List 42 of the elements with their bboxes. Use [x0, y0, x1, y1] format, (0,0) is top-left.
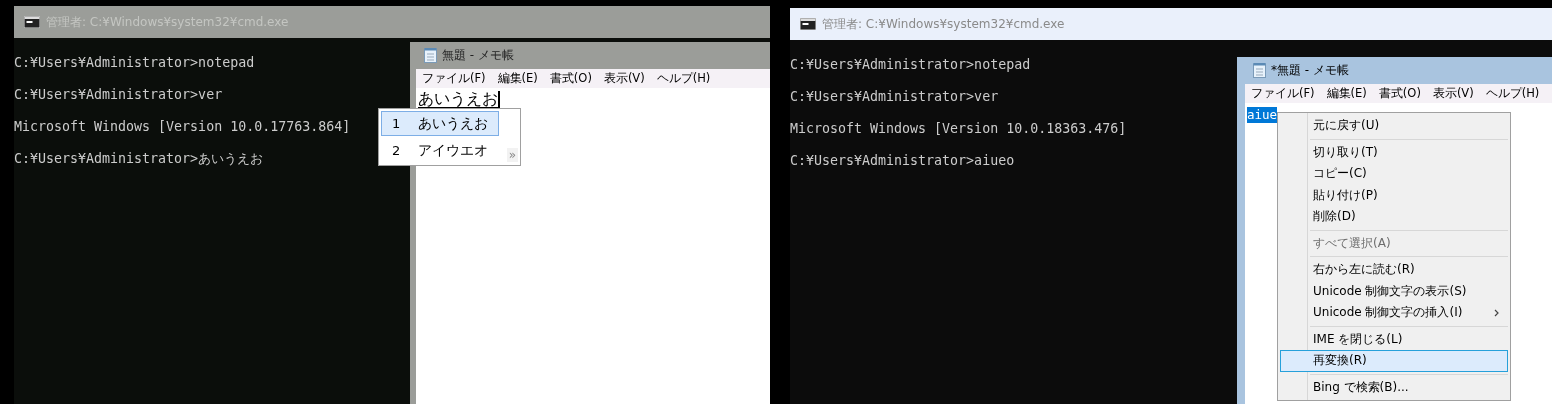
menu-item[interactable]: ヘルプ(H): [1481, 86, 1544, 101]
candidate-number: 2: [392, 143, 401, 158]
menu-item[interactable]: 表示(V): [1428, 86, 1478, 101]
menu-item[interactable]: 表示(V): [599, 71, 649, 86]
console-icon: [24, 16, 40, 28]
console-line: Microsoft Windows [Version 10.0.17763.864]: [14, 118, 351, 136]
menu-item[interactable]: 再変換(R): [1280, 350, 1508, 372]
menu-item[interactable]: ファイル(F): [1247, 86, 1319, 101]
menu-item[interactable]: ファイル(F): [418, 71, 490, 86]
menu-item[interactable]: Bing で検索(B)...: [1280, 376, 1508, 398]
menu-item[interactable]: 編集(E): [1322, 86, 1371, 101]
window-title: 管理者: C:¥Windows¥system32¥cmd.exe: [822, 15, 1065, 33]
menu-item[interactable]: 元に戻す(U): [1280, 115, 1508, 137]
candidate-text: あいうえお: [418, 114, 489, 133]
menu-item[interactable]: 切り取り(T): [1280, 141, 1508, 163]
candidate-item[interactable]: 1 あいうえお: [381, 111, 499, 136]
console-line: Microsoft Windows [Version 10.0.18363.476]: [790, 120, 1127, 138]
menu-item[interactable]: Unicode 制御文字の表示(S): [1280, 280, 1508, 302]
console-line: C:¥Users¥Administrator>notepad: [14, 54, 255, 72]
editor-text: aiue: [1247, 107, 1278, 123]
console-line: C:¥Users¥Administrator>ver: [790, 88, 999, 106]
window-title: 無題 - メモ帳: [442, 47, 514, 64]
menu-item[interactable]: コピー(C): [1280, 163, 1508, 185]
console-line: C:¥Users¥Administrator>aiueo: [790, 152, 1015, 170]
console-icon: [800, 18, 816, 30]
console-line: C:¥Users¥Administrator>あいうえお: [14, 150, 264, 168]
console-line: C:¥Users¥Administrator>notepad: [790, 56, 1031, 74]
menu-item[interactable]: 書式(O): [545, 71, 596, 86]
menu-item[interactable]: 右から左に読む(R): [1280, 259, 1508, 281]
notepad-icon: [424, 48, 437, 63]
menu-item[interactable]: Unicode 制御文字の挿入(I): [1280, 302, 1508, 324]
menu-item[interactable]: IME を閉じる(L): [1280, 328, 1508, 350]
candidate-text: アイウエオ: [418, 141, 489, 160]
console-line: C:¥Users¥Administrator>ver: [14, 86, 223, 104]
menu-item[interactable]: 削除(D): [1280, 206, 1508, 228]
candidate-number: 1: [392, 116, 401, 131]
window-title: *無題 - メモ帳: [1271, 62, 1349, 79]
menu-item[interactable]: 貼り付け(P): [1280, 184, 1508, 206]
notepad-icon: [1253, 63, 1266, 78]
menu-item[interactable]: ヘルプ(H): [652, 71, 715, 86]
menu-item[interactable]: 書式(O): [1374, 86, 1425, 101]
menu-item[interactable]: 編集(E): [493, 71, 542, 86]
